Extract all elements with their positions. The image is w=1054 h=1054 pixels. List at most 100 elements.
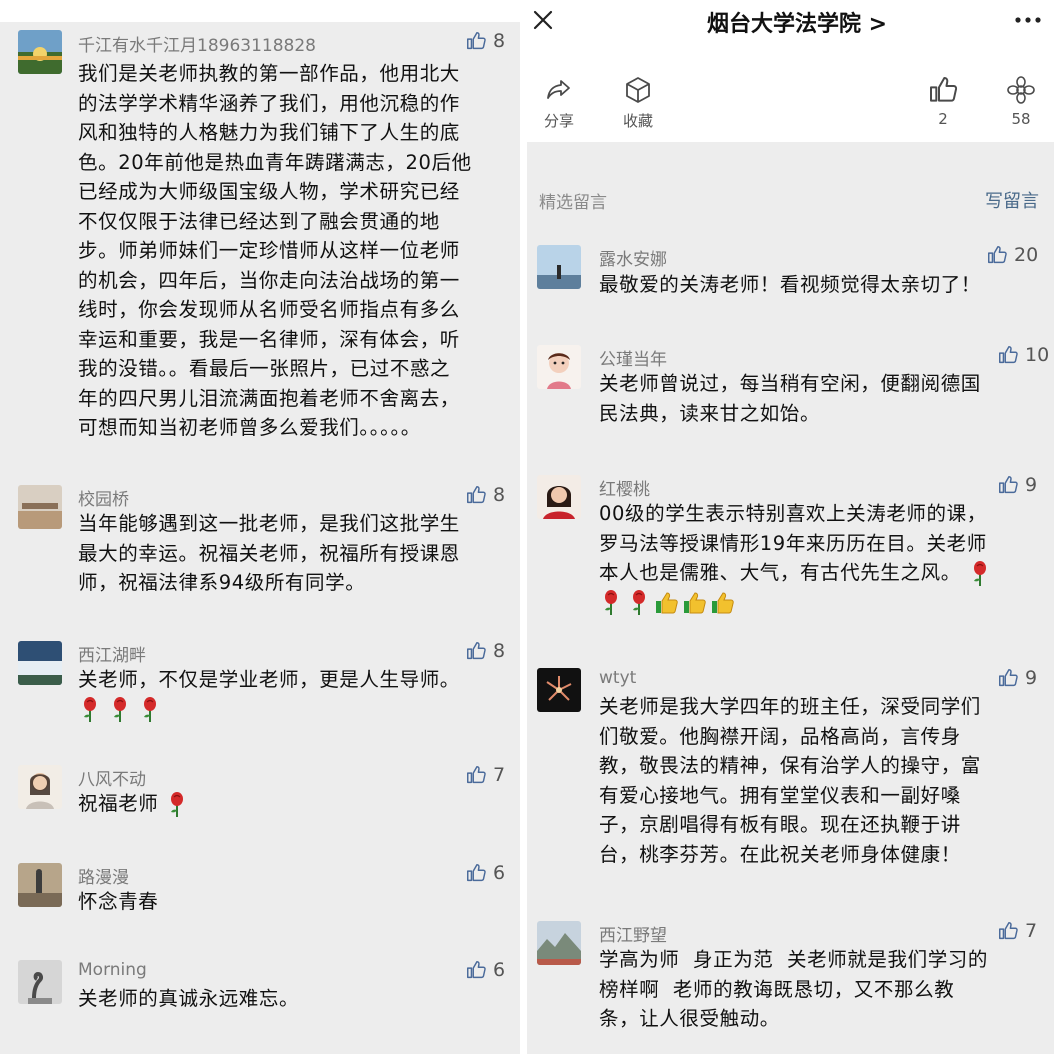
like-button[interactable]: 9 bbox=[997, 667, 1037, 689]
comment-line: 最敬爱的关涛老师！看视频觉得太亲切了！ bbox=[599, 273, 981, 296]
comment-text: 当年能够遇到这一批老师，是我们这批学生 最大的幸运。祝福关老师，祝福所有授课恩 … bbox=[78, 509, 460, 598]
commenter-name: 路漫漫 bbox=[78, 868, 129, 888]
comment-text: 学高为师 身正为范 关老师就是我们学习的 榜样啊 老师的教诲既恳切，又不那么教 … bbox=[599, 945, 988, 1034]
comment-line: 祝福老师 bbox=[78, 789, 189, 819]
like-count: 9 bbox=[1025, 474, 1038, 496]
account-title[interactable]: 烟台大学法学院 > bbox=[707, 6, 887, 38]
comment-line: 学高为师 身正为范 关老师就是我们学习的 bbox=[599, 948, 988, 971]
more-button[interactable] bbox=[1013, 8, 1043, 32]
thumbs-up-icon bbox=[999, 346, 1018, 364]
avatar[interactable] bbox=[18, 485, 62, 529]
thumbs-up-icon bbox=[467, 642, 486, 660]
comment-line: 关老师，不仅是学业老师，更是人生导师。 bbox=[78, 668, 460, 691]
comment-line: 们敬爱。他胸襟开阔，品格高尚，言传身 bbox=[599, 724, 961, 748]
share-button[interactable]: 分享 bbox=[543, 74, 575, 131]
commenter-name: 红樱桃 bbox=[599, 480, 650, 500]
wow-count: 58 bbox=[1011, 110, 1031, 128]
comment-line: 关老师的真诚永远难忘。 bbox=[78, 987, 300, 1010]
comment-line: 不仅仅限于法律已经达到了融会贯通的地 bbox=[78, 209, 440, 233]
commenter-name: Morning bbox=[78, 960, 147, 980]
comment-text: 关老师曾说过，每当稍有空闲，便翻阅德国 民法典，读来甘之如饴。 bbox=[599, 369, 981, 428]
like-button[interactable]: 7 bbox=[465, 764, 505, 786]
write-comment-link[interactable]: 写留言 bbox=[985, 187, 1039, 213]
avatar[interactable] bbox=[18, 30, 62, 74]
rose-emoji-icon bbox=[968, 560, 992, 587]
comment-line-text: 祝福老师 bbox=[78, 792, 159, 815]
thumbs-up-emoji-icon bbox=[711, 590, 735, 616]
article-header: 烟台大学法学院 > 分享 收藏 2 58 bbox=[527, 0, 1054, 142]
share-icon bbox=[547, 80, 570, 99]
like-button[interactable]: 20 bbox=[986, 244, 1038, 266]
avatar[interactable] bbox=[537, 668, 581, 712]
comment-line: 的法学学术精华涵养了我们，用他沉稳的作 bbox=[78, 91, 460, 115]
comment-text: 关老师的真诚永远难忘。 bbox=[78, 984, 299, 1014]
commenter-name: 西江湖畔 bbox=[78, 646, 146, 666]
like-count: 7 bbox=[1025, 920, 1038, 942]
comment-text: 怀念青春 bbox=[78, 887, 158, 917]
like-button[interactable]: 8 bbox=[465, 30, 505, 52]
avatar[interactable] bbox=[537, 475, 581, 519]
avatar[interactable] bbox=[18, 960, 62, 1004]
avatar[interactable] bbox=[18, 641, 62, 685]
thumbs-up-icon bbox=[467, 32, 486, 50]
like-count: 8 bbox=[493, 30, 506, 52]
avatar[interactable] bbox=[18, 863, 62, 907]
rose-emoji-icon bbox=[78, 696, 102, 723]
thumbs-up-icon bbox=[999, 669, 1018, 687]
like-count: 8 bbox=[493, 640, 506, 662]
favorite-button[interactable]: 收藏 bbox=[622, 74, 654, 131]
comment-line: 罗马法等授课情形19年来历历在目。关老师 bbox=[599, 531, 987, 555]
comment-line: 可想而知当初老师曾多么爱我们。。。。。 bbox=[78, 416, 421, 439]
thumbs-up-icon bbox=[999, 922, 1018, 940]
comment-text: 我们是关老师执教的第一部作品，他用北大 的法学学术精华涵养了我们，用他沉稳的作 … bbox=[78, 59, 472, 443]
rose-emoji-icon bbox=[108, 696, 132, 723]
wow-button[interactable]: 58 bbox=[1005, 74, 1037, 128]
emoji-row bbox=[78, 695, 460, 725]
commenter-name: 八风不动 bbox=[78, 770, 146, 790]
commenter-name: wtyt bbox=[599, 668, 637, 688]
left-comments-panel: 千江有水千江月18963118828 8 我们是关老师执教的第一部作品，他用北大… bbox=[0, 22, 520, 1054]
rose-emoji-icon bbox=[599, 589, 623, 616]
like-button[interactable]: 6 bbox=[465, 959, 505, 981]
like-button[interactable]: 6 bbox=[465, 862, 505, 884]
comment-line: 关老师曾说过，每当稍有空闲，便翻阅德国 bbox=[599, 372, 981, 395]
like-button[interactable]: 9 bbox=[997, 474, 1037, 496]
rose-emoji-icon bbox=[627, 589, 651, 616]
comment-line: 本人也是儒雅、大气，有古代先生之风。 bbox=[599, 558, 992, 588]
like-button[interactable]: 8 bbox=[465, 484, 505, 506]
rose-emoji-icon bbox=[138, 696, 162, 723]
comment-line: 师，祝福法律系94级所有同学。 bbox=[78, 571, 366, 594]
commenter-name: 公瑾当年 bbox=[599, 350, 667, 370]
like-count: 9 bbox=[1025, 667, 1038, 689]
avatar[interactable] bbox=[537, 245, 581, 289]
commenter-name: 校园桥 bbox=[78, 490, 129, 510]
like-article-button[interactable]: 2 bbox=[927, 74, 959, 128]
comment-line: 子，京剧唱得有板有眼。现在还执鞭于讲 bbox=[599, 813, 961, 836]
comment-line: 条，让人很受触动。 bbox=[599, 1007, 780, 1030]
more-icon bbox=[1015, 17, 1041, 23]
emoji-row bbox=[599, 588, 992, 618]
avatar[interactable] bbox=[537, 345, 581, 389]
comment-line: 关老师是我大学四年的班主任，深受同学们 bbox=[599, 695, 981, 718]
comment-text: 关老师，不仅是学业老师，更是人生导师。 bbox=[78, 665, 460, 725]
thumbs-up-emoji-icon bbox=[655, 590, 679, 616]
close-icon bbox=[533, 10, 553, 30]
comment-line: 风和独特的人格魅力为我们铺下了人生的底 bbox=[78, 121, 460, 144]
commenter-name: 千江有水千江月18963118828 bbox=[78, 36, 316, 56]
right-article-panel: 烟台大学法学院 > 分享 收藏 2 58 精选留言 写留言 露水安娜 20 最敬… bbox=[527, 0, 1054, 1054]
thumbs-up-icon bbox=[467, 486, 486, 504]
like-button[interactable]: 8 bbox=[465, 640, 505, 662]
flower-icon bbox=[1007, 76, 1035, 104]
like-button[interactable]: 7 bbox=[997, 920, 1037, 942]
thumbs-up-icon bbox=[999, 476, 1018, 494]
favorite-label: 收藏 bbox=[622, 112, 653, 130]
rose-emoji-icon bbox=[165, 791, 189, 818]
like-button[interactable]: 10 bbox=[997, 344, 1049, 366]
avatar[interactable] bbox=[18, 765, 62, 809]
avatar[interactable] bbox=[537, 921, 581, 965]
like-count: 10 bbox=[1025, 344, 1050, 366]
close-button[interactable] bbox=[531, 8, 555, 32]
comment-line-text: 本人也是儒雅、大气，有古代先生之风。 bbox=[599, 561, 961, 584]
thumbs-up-icon bbox=[467, 864, 486, 882]
like-count: 6 bbox=[493, 862, 506, 884]
